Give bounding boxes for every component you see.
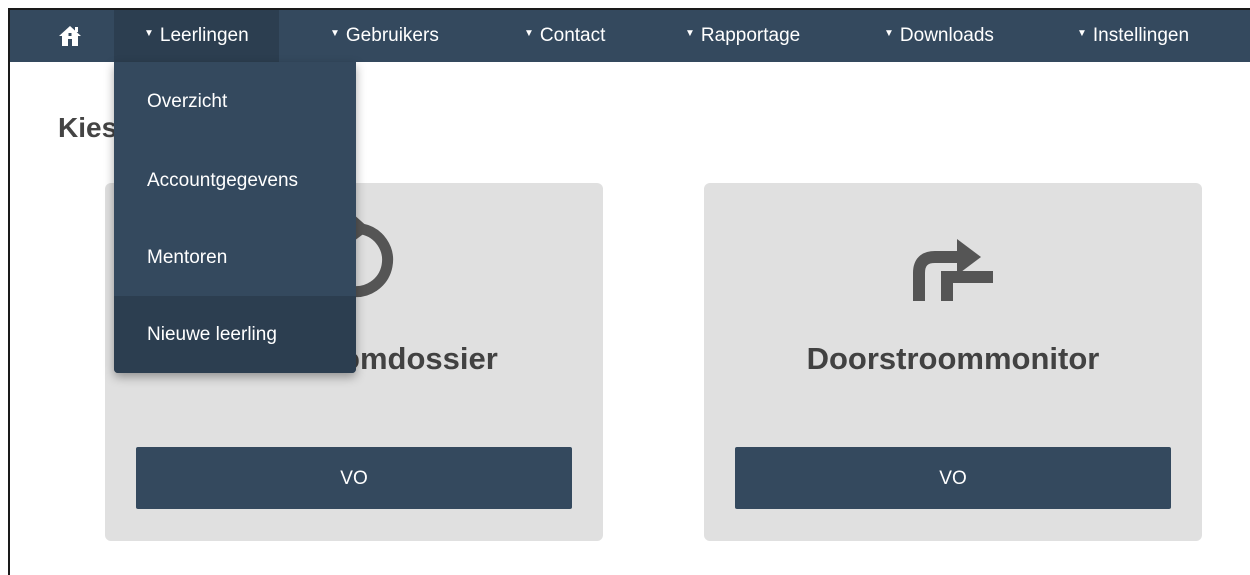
menu-item-overzicht[interactable]: Overzicht bbox=[114, 62, 356, 142]
caret-down-icon: ▼ bbox=[685, 28, 695, 39]
leerlingen-dropdown-menu: Overzicht Accountgegevens Mentoren Nieuw… bbox=[114, 62, 356, 373]
nav-item-label: Leerlingen bbox=[159, 25, 249, 47]
menu-item-accountgegevens[interactable]: Accountgegevens bbox=[114, 142, 356, 219]
nav-item-gebruikers[interactable]: ▼ Gebruikers bbox=[330, 10, 439, 62]
nav-item-label: Gebruikers bbox=[345, 25, 439, 47]
step-arrow-icon bbox=[704, 213, 1202, 303]
menu-item-nieuwe-leerling[interactable]: Nieuwe leerling bbox=[114, 296, 356, 373]
home-icon[interactable] bbox=[58, 24, 82, 48]
card-doorstroommonitor: Doorstroommonitor VO bbox=[704, 183, 1202, 541]
vo-button[interactable]: VO bbox=[735, 447, 1171, 509]
caret-down-icon: ▼ bbox=[144, 28, 154, 39]
page-title: Kies bbox=[58, 112, 118, 143]
nav-item-rapportage[interactable]: ▼ Rapportage bbox=[685, 10, 800, 62]
nav-item-label: Contact bbox=[539, 25, 606, 47]
top-navbar: ▼ Leerlingen ▼ Gebruikers ▼ Contact ▼ Rappor… bbox=[10, 10, 1250, 62]
nav-item-label: Rapportage bbox=[700, 25, 801, 47]
nav-item-leerlingen[interactable]: ▼ Leerlingen bbox=[114, 10, 279, 62]
nav-item-instellingen[interactable]: ▼ Instellingen bbox=[1077, 10, 1189, 62]
menu-item-mentoren[interactable]: Mentoren bbox=[114, 219, 356, 296]
nav-item-label: Downloads bbox=[899, 25, 994, 47]
nav-item-label: Instellingen bbox=[1092, 25, 1190, 47]
card-title: Doorstroommonitor bbox=[806, 341, 1100, 376]
nav-item-contact[interactable]: ▼ Contact bbox=[524, 10, 605, 62]
caret-down-icon: ▼ bbox=[884, 28, 894, 39]
vo-button[interactable]: VO bbox=[136, 447, 572, 509]
caret-down-icon: ▼ bbox=[524, 28, 534, 39]
caret-down-icon: ▼ bbox=[330, 28, 340, 39]
caret-down-icon: ▼ bbox=[1077, 28, 1087, 39]
nav-item-downloads[interactable]: ▼ Downloads bbox=[884, 10, 994, 62]
